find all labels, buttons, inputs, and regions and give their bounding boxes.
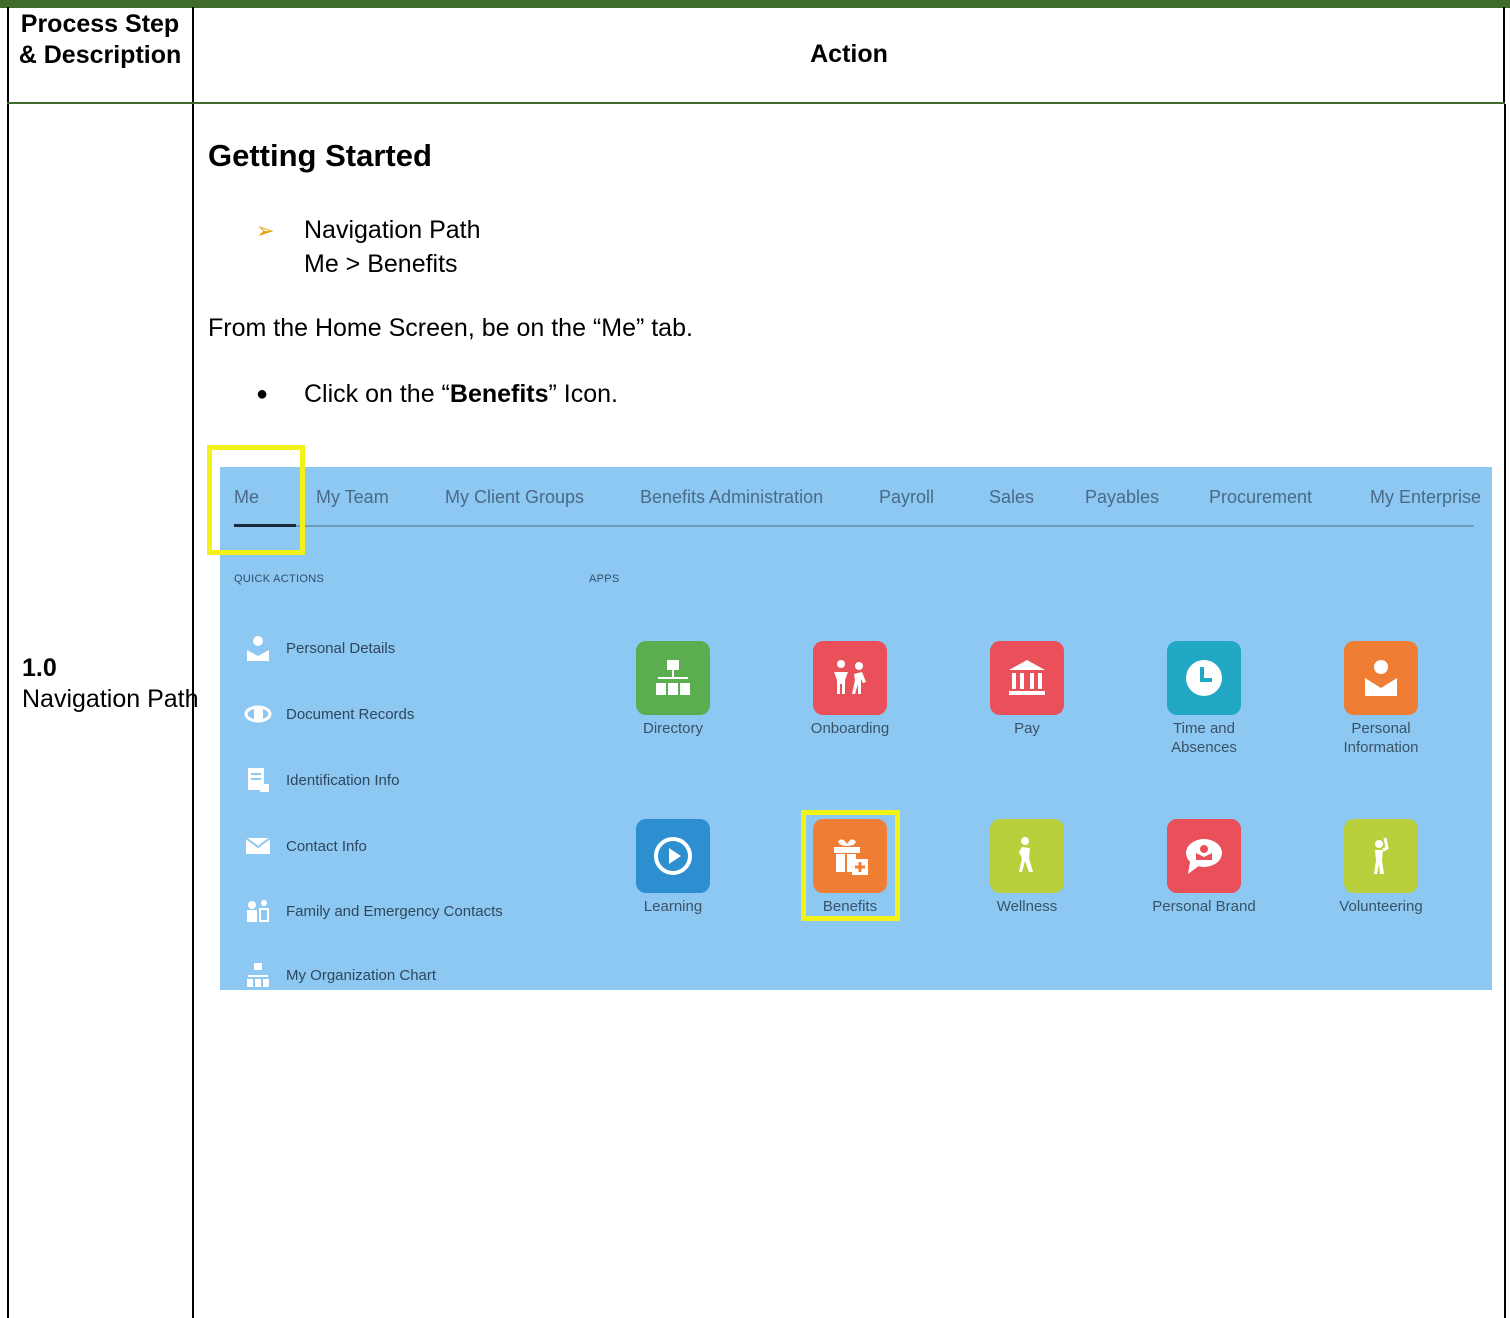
bullet-instruction: Click on the “Benefits” Icon. xyxy=(304,380,618,409)
tab-sales[interactable]: Sales xyxy=(989,487,1034,508)
app-volunteering[interactable]: Volunteering xyxy=(1311,819,1451,916)
header-process-step: Process Step & Description xyxy=(18,10,182,69)
document-records-icon xyxy=(244,705,272,723)
tab-payroll[interactable]: Payroll xyxy=(879,487,934,508)
app-onboarding[interactable]: Onboarding xyxy=(780,641,920,738)
app-label: Learning xyxy=(643,898,703,915)
navigation-path-block: Navigation Path Me > Benefits xyxy=(304,213,481,281)
benefits-highlight xyxy=(801,810,900,921)
step-title: Navigation Path xyxy=(22,685,199,713)
bullet-dot-icon: ● xyxy=(256,383,269,405)
app-directory[interactable]: Directory xyxy=(603,641,743,738)
quick-action-label: Identification Info xyxy=(286,772,400,789)
tab-my-team[interactable]: My Team xyxy=(316,487,389,508)
tab-bar: Me My Team My Client Groups Benefits Adm… xyxy=(220,467,1492,529)
tab-my-enterprise[interactable]: My Enterprise xyxy=(1370,487,1481,508)
app-personal-brand[interactable]: Personal Brand xyxy=(1134,819,1274,916)
tab-my-client-groups[interactable]: My Client Groups xyxy=(445,487,584,508)
quick-action-label: Family and Emergency Contacts xyxy=(286,903,503,920)
bank-icon xyxy=(1009,660,1045,695)
header-action: Action xyxy=(810,40,888,68)
app-personal-information[interactable]: Personal Information xyxy=(1311,641,1451,757)
apps-title: APPS xyxy=(589,573,620,585)
wellness-icon xyxy=(1019,837,1033,872)
section-heading: Getting Started xyxy=(208,138,432,173)
nav-path-value: Me > Benefits xyxy=(304,250,458,278)
pay-tile xyxy=(990,641,1064,715)
tab-procurement[interactable]: Procurement xyxy=(1209,487,1312,508)
volunteering-tile xyxy=(1344,819,1418,893)
bullet-bold: Benefits xyxy=(449,380,549,408)
app-label: Onboarding xyxy=(810,720,890,737)
header-divider xyxy=(7,102,1505,104)
app-time-and-absences[interactable]: Time and Absences xyxy=(1134,641,1274,757)
app-label: Pay xyxy=(1014,720,1040,737)
volunteer-icon xyxy=(1374,837,1389,874)
person-icon xyxy=(1365,660,1397,696)
quick-action-label: Document Records xyxy=(286,706,415,723)
personal-brand-tile xyxy=(1167,819,1241,893)
quick-actions-title: QUICK ACTIONS xyxy=(234,573,325,585)
directory-tile xyxy=(636,641,710,715)
arrow-bullet-icon: ➢ xyxy=(256,218,275,243)
person-icon xyxy=(247,636,269,661)
speech-bubble-icon xyxy=(1186,839,1222,874)
clock-icon xyxy=(1186,660,1222,696)
quick-action-label: My Organization Chart xyxy=(286,967,437,984)
instruction-text: From the Home Screen, be on the “Me” tab… xyxy=(208,314,693,342)
tab-benefits-administration[interactable]: Benefits Administration xyxy=(640,487,823,508)
app-learning[interactable]: Learning xyxy=(603,819,743,916)
table-right-border-lower xyxy=(1504,104,1506,1318)
app-label: Directory xyxy=(642,720,703,737)
tab-payables[interactable]: Payables xyxy=(1085,487,1159,508)
quick-action-label: Contact Info xyxy=(286,838,367,855)
directory-icon xyxy=(656,660,690,695)
tab-underline-track xyxy=(234,525,1474,527)
app-pay[interactable]: Pay xyxy=(957,641,1097,738)
bullet-post: ” Icon. xyxy=(548,380,619,408)
app-label: Time and Absences xyxy=(1171,720,1237,756)
quick-action-label: Personal Details xyxy=(286,640,396,657)
step-number: 1.0 xyxy=(22,654,57,682)
app-label: Wellness xyxy=(996,898,1058,915)
app-label: Personal Brand xyxy=(1152,898,1256,915)
app-label: Personal Information xyxy=(1343,720,1419,756)
wellness-tile xyxy=(990,819,1064,893)
org-chart-icon xyxy=(247,963,269,987)
envelope-icon xyxy=(245,837,271,854)
personal-info-tile xyxy=(1344,641,1418,715)
family-icon xyxy=(247,900,269,922)
onboarding-tile xyxy=(813,641,887,715)
learning-tile xyxy=(636,819,710,893)
play-icon xyxy=(654,837,692,875)
time-tile xyxy=(1167,641,1241,715)
app-label: Volunteering xyxy=(1339,898,1423,915)
me-tab-highlight xyxy=(207,445,305,555)
step-cell: 1.0 Navigation Path xyxy=(22,653,199,715)
onboarding-icon xyxy=(834,660,866,694)
app-wellness[interactable]: Wellness xyxy=(957,819,1097,916)
id-card-icon xyxy=(248,768,269,792)
bullet-pre: Click on the “ xyxy=(304,380,450,408)
nav-path-label: Navigation Path xyxy=(304,216,481,244)
